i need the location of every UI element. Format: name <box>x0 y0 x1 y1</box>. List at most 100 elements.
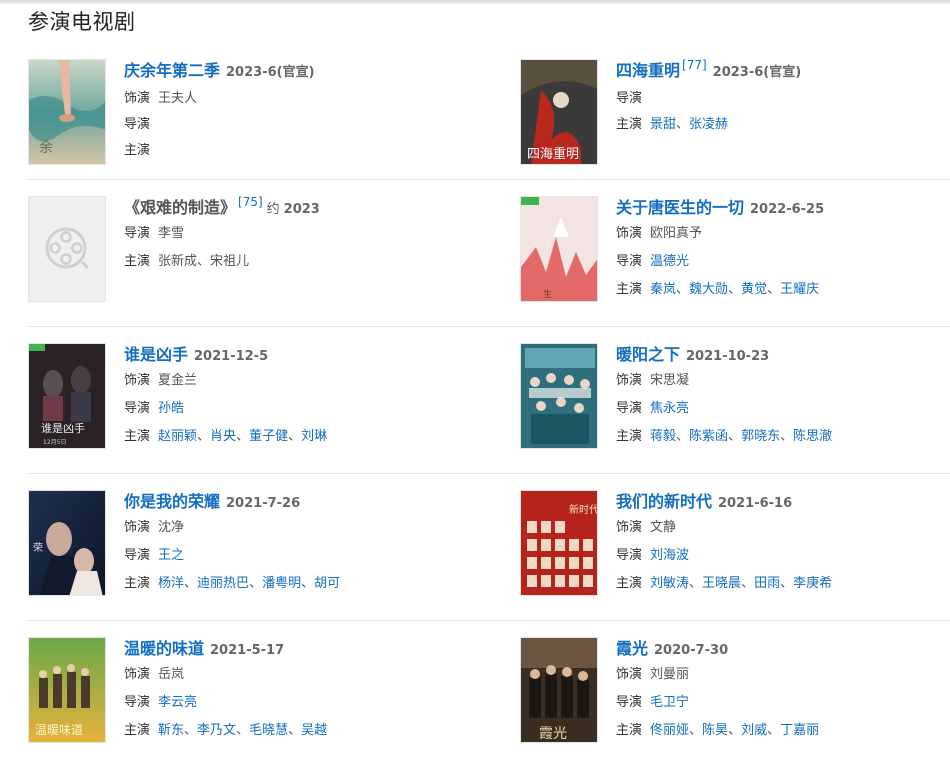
person-link[interactable]: 郭晓东 <box>741 429 780 444</box>
show-title-link[interactable]: 我们的新时代 <box>616 492 712 511</box>
director-list: 焦永亮 <box>650 401 689 416</box>
show-title-link[interactable]: 暖阳之下 <box>616 345 680 364</box>
role-label: 饰演 <box>124 667 151 682</box>
director-list: 温德光 <box>650 254 689 269</box>
person-link[interactable]: 吴越 <box>301 723 327 738</box>
person-link[interactable]: 焦永亮 <box>650 401 689 416</box>
stars-label: 主演 <box>124 143 151 158</box>
person-link[interactable]: 董子健 <box>249 429 288 444</box>
list-separator: 、 <box>741 576 755 591</box>
show-card: 温暖味道 温暖的味道 2021-5-17 饰演 岳岚 导演 李云亮 主演 靳东、李乃文、… <box>28 637 468 747</box>
release-date: 2021-7-26 <box>226 496 301 511</box>
director-label: 导演 <box>124 695 151 710</box>
person-link[interactable]: 刘海波 <box>650 548 689 563</box>
person-link[interactable]: 毛晓慧 <box>249 723 288 738</box>
show-card: 新时代 我们的新时代 2021-6-16 饰演 文静 导演 刘海波 主演 刘敏涛、王晓晨… <box>520 490 950 600</box>
person-link[interactable]: 秦岚 <box>650 282 676 297</box>
release-date: 2022-6-25 <box>750 202 825 217</box>
person-link[interactable]: 靳东 <box>158 723 184 738</box>
person-link[interactable]: 赵丽颖 <box>158 429 197 444</box>
person-link[interactable]: 王晓晨 <box>702 576 741 591</box>
person-link[interactable]: 李云亮 <box>158 695 197 710</box>
person-link[interactable]: 陈紫函 <box>689 429 728 444</box>
svg-text:荣: 荣 <box>33 542 43 554</box>
show-title-link[interactable]: 庆余年第二季 <box>124 61 220 80</box>
stars-label: 主演 <box>616 117 643 132</box>
person-link[interactable]: 胡可 <box>314 576 340 591</box>
citation-ref[interactable]: [77] <box>682 58 707 72</box>
person-link[interactable]: 刘敏涛 <box>650 576 689 591</box>
citation-ref[interactable]: [75] <box>238 195 263 209</box>
person-link[interactable]: 陈思澈 <box>793 429 832 444</box>
poster-image[interactable]: 四海重明 <box>520 59 598 165</box>
director-list: 李云亮 <box>158 695 197 710</box>
role-value: 王夫人 <box>158 91 198 106</box>
stars-list: 靳东、李乃文、毛晓慧、吴越 <box>158 723 327 738</box>
person-link[interactable]: 刘威 <box>741 723 767 738</box>
show-card: 四海重明 四海重明 [77] 2023-6(官宣) 导演 主演 景甜、张凌赫 <box>520 58 950 169</box>
person-link[interactable]: 肖央 <box>210 429 236 444</box>
show-title-link[interactable]: 关于唐医生的一切 <box>616 198 744 217</box>
list-separator: 、 <box>236 723 250 738</box>
person-link[interactable]: 张凌赫 <box>689 117 728 132</box>
director-label: 导演 <box>616 254 643 269</box>
poster-image[interactable]: 温暖味道 <box>28 637 106 743</box>
stars-label: 主演 <box>616 429 643 444</box>
person-link[interactable]: 杨洋 <box>158 576 184 591</box>
list-separator: 、 <box>728 282 742 297</box>
stars-list: 秦岚、魏大勋、黄觉、王耀庆 <box>650 282 819 297</box>
director-label: 导演 <box>124 226 151 241</box>
person-link[interactable]: 李乃文 <box>197 723 236 738</box>
release-date: 2021-5-17 <box>210 643 285 658</box>
person-link[interactable]: 潘粤明 <box>262 576 301 591</box>
section-title: 参演电视剧 <box>28 10 136 34</box>
poster-image[interactable]: 谁是凶手 12月5日 <box>28 343 106 449</box>
role-value: 宋思凝 <box>650 373 690 388</box>
person-link[interactable]: 迪丽热巴 <box>197 576 249 591</box>
person-link[interactable]: 刘琳 <box>301 429 327 444</box>
top-divider <box>0 0 950 4</box>
film-reel-icon <box>45 227 90 270</box>
grid-row: 《艰难的制造》 [75] 约 2023 导演 李雪 主演 张新成、宋祖儿 生 关于唐医生的… <box>28 180 950 327</box>
person-link[interactable]: 王耀庆 <box>780 282 819 297</box>
person-link[interactable]: 黄觉 <box>741 282 767 297</box>
person-link[interactable]: 丁嘉丽 <box>780 723 819 738</box>
show-title-link[interactable]: 谁是凶手 <box>124 345 188 364</box>
grid-row: 荣 你是我的荣耀 2021-7-26 饰演 沈净 导演 王之 主演 杨洋、迪丽热巴、潘粤… <box>28 474 950 621</box>
person-link[interactable]: 李庚希 <box>793 576 832 591</box>
director-label: 导演 <box>124 117 151 132</box>
person-link[interactable]: 佟丽娅 <box>650 723 689 738</box>
poster-image[interactable]: 荣 <box>28 490 106 596</box>
stars-label: 主演 <box>616 576 643 591</box>
list-separator: 、 <box>301 576 315 591</box>
show-title-link[interactable]: 你是我的荣耀 <box>124 492 220 511</box>
stars-label: 主演 <box>124 254 151 269</box>
release-date: 2020-7-30 <box>654 643 729 658</box>
person-link[interactable]: 魏大勋 <box>689 282 728 297</box>
show-title-link[interactable]: 四海重明 <box>616 61 680 80</box>
poster-image[interactable]: 霞光 <box>520 637 598 743</box>
poster-image[interactable] <box>520 343 598 449</box>
person-link[interactable]: 孙皓 <box>158 401 184 416</box>
director-list: 刘海波 <box>650 548 689 563</box>
stars-list: 杨洋、迪丽热巴、潘粤明、胡可 <box>158 576 340 591</box>
person-link[interactable]: 王之 <box>158 548 184 563</box>
role-label: 饰演 <box>124 520 151 535</box>
show-title-link[interactable]: 霞光 <box>616 639 648 658</box>
poster-image[interactable]: 生 <box>520 196 598 302</box>
person-link[interactable]: 景甜 <box>650 117 676 132</box>
show-title-link[interactable]: 温暖的味道 <box>124 639 204 658</box>
person-link[interactable]: 田雨 <box>754 576 780 591</box>
role-value: 欧阳真予 <box>650 226 703 241</box>
person-link[interactable]: 蒋毅 <box>650 429 676 444</box>
stars-label: 主演 <box>124 576 151 591</box>
list-separator: 、 <box>184 723 198 738</box>
release-date: 2021-6-16 <box>718 496 793 511</box>
poster-image[interactable]: 余 <box>28 59 106 165</box>
person-link[interactable]: 毛卫宁 <box>650 695 689 710</box>
stars-list: 佟丽娅、陈昊、刘威、丁嘉丽 <box>650 723 819 738</box>
director-value: 李雪 <box>158 226 185 241</box>
person-link[interactable]: 陈昊 <box>702 723 728 738</box>
person-link[interactable]: 温德光 <box>650 254 689 269</box>
poster-image[interactable]: 新时代 <box>520 490 598 596</box>
